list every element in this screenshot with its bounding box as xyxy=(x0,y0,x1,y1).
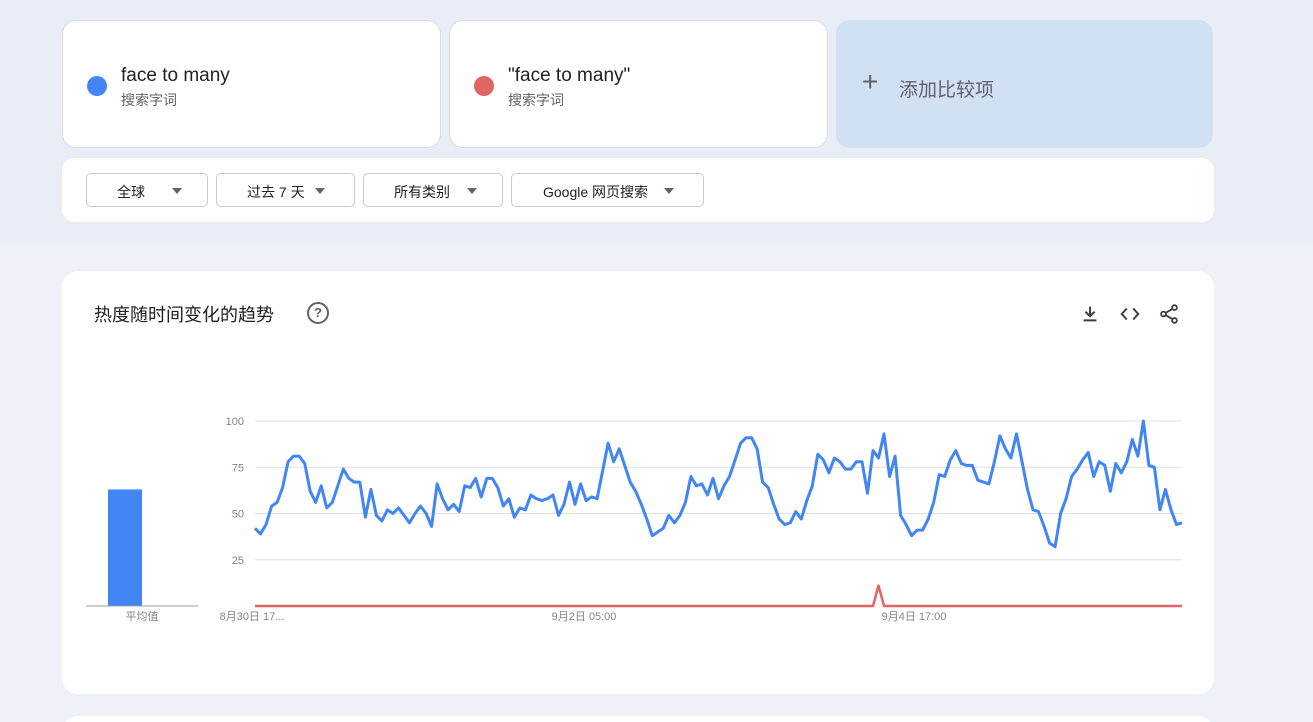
region-filter-label: 全球 xyxy=(117,184,145,200)
add-comparison-label: 添加比较项 xyxy=(899,80,995,101)
region-filter[interactable]: 全球 xyxy=(86,173,208,207)
y-tick-label: 25 xyxy=(232,555,244,567)
term-label[interactable]: "face to many" xyxy=(508,65,630,87)
term-type: 搜索字词 xyxy=(508,92,564,108)
x-tick-label: 9月4日 17:00 xyxy=(882,611,947,623)
share-icon[interactable] xyxy=(1158,303,1180,325)
category-filter[interactable]: 所有类别 xyxy=(363,173,503,207)
trends-page: face to many 搜索字词 "face to many" 搜索字词 + … xyxy=(0,0,1313,722)
y-tick-label: 50 xyxy=(232,509,244,521)
series-line-2 xyxy=(255,584,1182,608)
time-filter[interactable]: 过去 7 天 xyxy=(216,173,355,207)
average-label: 平均值 xyxy=(126,610,159,623)
chevron-down-icon xyxy=(315,188,325,194)
average-bar xyxy=(108,489,142,606)
add-comparison-button[interactable]: + 添加比较项 xyxy=(836,20,1213,148)
chevron-down-icon xyxy=(467,188,477,194)
trend-chart: 25 50 75 100 8月30日 17... 9月2日 05:00 9月4日 17:00… xyxy=(86,416,1183,623)
series-color-dot xyxy=(87,76,107,96)
term-label[interactable]: face to many xyxy=(121,65,230,87)
plus-icon: + xyxy=(862,66,879,97)
term-type: 搜索字词 xyxy=(121,92,177,108)
filter-bar: 全球 过去 7 天 所有类别 Google 网页搜索 xyxy=(62,158,1214,222)
x-tick-label: 8月30日 17... xyxy=(220,611,285,623)
property-filter[interactable]: Google 网页搜索 xyxy=(511,173,704,207)
property-filter-label: Google 网页搜索 xyxy=(543,184,649,200)
chevron-down-icon xyxy=(664,188,674,194)
term-card-2[interactable]: "face to many" 搜索字词 xyxy=(449,20,828,148)
download-icon[interactable] xyxy=(1079,303,1101,325)
series-line-1 xyxy=(253,419,1183,549)
interest-over-time-card: 热度随时间变化的趋势 ? 25 50 75 100 8月30日 17... 9月2日 05… xyxy=(62,271,1214,694)
embed-code-icon[interactable] xyxy=(1119,303,1141,325)
time-filter-label: 过去 7 天 xyxy=(247,184,305,200)
y-tick-label: 75 xyxy=(232,462,244,474)
series-color-dot xyxy=(474,76,494,96)
category-filter-label: 所有类别 xyxy=(394,184,450,200)
x-tick-label: 9月2日 05:00 xyxy=(552,611,617,623)
chevron-down-icon xyxy=(172,188,182,194)
y-tick-label: 100 xyxy=(226,416,244,428)
chart-title: 热度随时间变化的趋势 xyxy=(94,305,274,325)
term-card-1[interactable]: face to many 搜索字词 xyxy=(62,20,441,148)
next-card xyxy=(62,716,1214,722)
help-icon[interactable]: ? xyxy=(307,302,329,324)
